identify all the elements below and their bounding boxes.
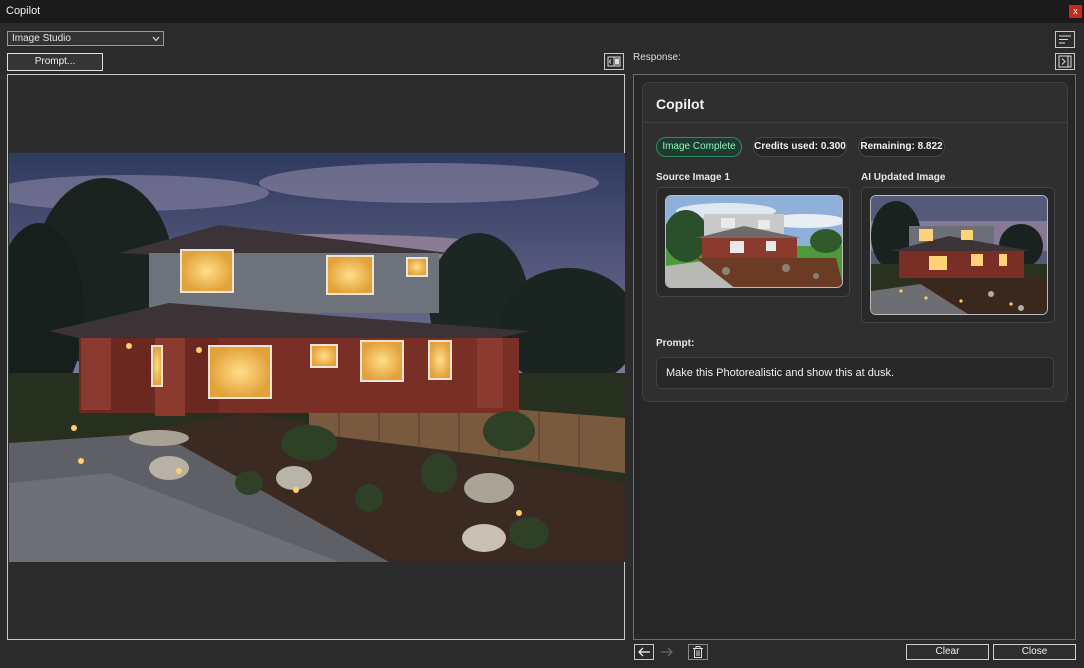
title-bar: Copilot x xyxy=(0,0,1084,23)
image-canvas[interactable] xyxy=(7,74,625,640)
close-button[interactable]: Close xyxy=(993,644,1076,660)
clear-button[interactable]: Clear xyxy=(906,644,989,660)
source-image-label: Source Image 1 xyxy=(656,172,730,183)
back-button[interactable] xyxy=(634,644,654,660)
status-badge: Image Complete xyxy=(656,137,742,157)
forward-arrow-icon xyxy=(661,647,673,657)
collapse-panel-button[interactable] xyxy=(1055,53,1075,70)
response-label: Response: xyxy=(633,52,681,63)
prompt-text: Make this Photorealistic and show this a… xyxy=(666,367,895,379)
collapse-panel-icon xyxy=(1058,55,1072,68)
source-image-thumbnail[interactable] xyxy=(665,195,843,288)
mode-select-value: Image Studio xyxy=(12,33,71,44)
copilot-response-card: Copilot Image Complete Credits used: 0.3… xyxy=(642,82,1068,402)
close-window-button[interactable]: x xyxy=(1069,5,1082,18)
sort-lines-icon xyxy=(1059,35,1071,44)
window-title: Copilot xyxy=(6,5,41,17)
forward-button[interactable] xyxy=(658,644,678,660)
dusk-house-render-image xyxy=(9,153,625,562)
credits-used-badge: Credits used: 0.300 xyxy=(753,137,847,157)
updated-image-label: AI Updated Image xyxy=(861,172,946,183)
split-view-icon xyxy=(607,56,621,67)
sort-button[interactable] xyxy=(1055,31,1075,48)
mode-select[interactable]: Image Studio xyxy=(7,31,164,46)
updated-image-thumbnail[interactable] xyxy=(870,195,1048,315)
delete-button[interactable] xyxy=(688,644,708,660)
card-title: Copilot xyxy=(656,96,705,112)
chevron-down-icon xyxy=(152,36,160,42)
prompt-text-box: Make this Photorealistic and show this a… xyxy=(656,357,1054,389)
remaining-badge: Remaining: 8.822 xyxy=(858,137,945,157)
trash-icon xyxy=(693,646,703,658)
divider xyxy=(643,122,1067,123)
updated-image-frame xyxy=(861,187,1055,323)
prompt-label: Prompt: xyxy=(656,338,695,349)
source-image-frame xyxy=(656,187,850,297)
response-panel: Copilot Image Complete Credits used: 0.3… xyxy=(633,74,1076,640)
back-arrow-icon xyxy=(638,647,650,657)
split-view-button[interactable] xyxy=(604,53,624,70)
prompt-button[interactable]: Prompt... xyxy=(7,53,103,71)
